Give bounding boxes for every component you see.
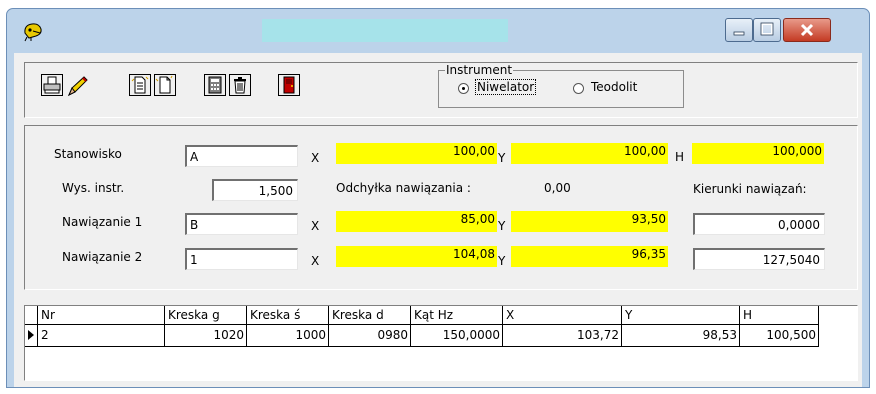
trash-icon (234, 77, 246, 94)
printer-icon (43, 76, 61, 94)
instrument-group: Instrument Niwelator Teodolit (438, 63, 684, 108)
table-cell-nr[interactable]: 2 (38, 325, 165, 347)
instrument-group-title: Instrument (445, 63, 514, 77)
nawiazanie1-label: Nawiązanie 1 (62, 215, 143, 229)
new-button[interactable] (154, 74, 176, 96)
stanowisko-x-label: X (311, 151, 320, 165)
calculator-button[interactable] (204, 74, 226, 96)
application-window: Instrument Niwelator Teodolit Stanowisko… (6, 8, 870, 388)
close-icon (800, 23, 814, 37)
niwelator-label[interactable]: Niwelator (475, 79, 537, 95)
stanowisko-h-label: H (675, 150, 685, 164)
nawiazanie2-x-value: 104,08 (336, 246, 497, 267)
edit-button[interactable] (66, 74, 90, 98)
client-area: Instrument Niwelator Teodolit Stanowisko… (14, 53, 862, 387)
title-bar[interactable] (7, 9, 869, 53)
exit-button[interactable] (278, 74, 300, 96)
nawiazanie1-input[interactable]: B (185, 213, 298, 235)
column-header-nr[interactable]: Nr (38, 306, 165, 325)
nawiazanie1-y-label: Y (498, 219, 506, 233)
current-row-arrow-icon (28, 330, 34, 340)
maximize-button[interactable] (753, 18, 781, 42)
minimize-button[interactable] (725, 18, 753, 42)
wys-instr-input[interactable]: 1,500 (212, 179, 298, 201)
column-header-y[interactable]: Y (622, 306, 740, 325)
calculator-icon (208, 76, 222, 94)
stanowisko-y-value: 100,00 (511, 143, 668, 164)
nawiazanie2-input[interactable]: 1 (185, 248, 298, 270)
table-cell-kreska-d[interactable]: 0980 (329, 325, 411, 347)
measurements-table[interactable]: Nr Kreska g Kreska ś Kreska d Kąt Hz X Y… (24, 305, 858, 381)
stanowisko-h-value: 100,000 (692, 143, 824, 164)
row-indicator[interactable] (25, 325, 38, 347)
nawiazanie2-label: Nawiązanie 2 (62, 250, 143, 264)
nawiazanie1-kierunek-input[interactable]: 0,0000 (693, 213, 825, 235)
nawiazanie2-y-value: 96,35 (511, 246, 668, 267)
table-cell-kat-hz[interactable]: 150,0000 (411, 325, 503, 347)
delete-button[interactable] (229, 74, 251, 96)
stanowisko-x-value: 100,00 (336, 143, 497, 164)
nawiazanie1-x-label: X (311, 219, 320, 233)
nawiazanie2-x-label: X (311, 254, 320, 268)
copy-button[interactable] (129, 74, 151, 96)
column-header-kreska-g[interactable]: Kreska g (165, 306, 247, 325)
maximize-icon (760, 22, 774, 36)
exit-door-icon (283, 76, 295, 94)
nawiazanie1-y-value: 93,50 (511, 211, 668, 232)
kierunki-label: Kierunki nawiązań: (693, 182, 807, 196)
close-button[interactable] (783, 18, 831, 42)
pencil-icon (68, 76, 88, 97)
grid-corner (25, 306, 38, 325)
table-cell-kreska-g[interactable]: 1020 (165, 325, 247, 347)
column-header-kat-hz[interactable]: Kąt Hz (411, 306, 503, 325)
teodolit-label[interactable]: Teodolit (591, 80, 637, 94)
window-title (262, 19, 508, 42)
table-cell-x[interactable]: 103,72 (503, 325, 622, 347)
niwelator-radio[interactable] (458, 83, 469, 94)
column-header-kreska-s[interactable]: Kreska ś (247, 306, 329, 325)
app-icon (24, 23, 42, 42)
stanowisko-input[interactable]: A (185, 145, 298, 167)
teodolit-radio[interactable] (573, 83, 584, 94)
table-cell-h[interactable]: 100,500 (740, 325, 819, 347)
nawiazanie2-kierunek-input[interactable]: 127,5040 (693, 248, 825, 270)
stanowisko-label: Stanowisko (54, 147, 122, 161)
nawiazanie1-x-value: 85,00 (336, 211, 497, 232)
table-cell-y[interactable]: 98,53 (622, 325, 740, 347)
odchylka-value: 0,00 (544, 181, 571, 195)
table-cell-kreska-s[interactable]: 1000 (247, 325, 329, 347)
odchylka-label: Odchyłka nawiązania : (336, 181, 471, 195)
minimize-icon (733, 31, 745, 36)
column-header-kreska-d[interactable]: Kreska d (329, 306, 411, 325)
column-header-h[interactable]: H (740, 306, 819, 325)
wys-instr-label: Wys. instr. (62, 181, 125, 195)
print-button[interactable] (41, 74, 63, 96)
new-document-icon (155, 75, 173, 94)
column-header-x[interactable]: X (503, 306, 622, 325)
nawiazanie2-y-label: Y (498, 254, 506, 268)
copy-document-icon (131, 76, 149, 94)
stanowisko-y-label: Y (498, 151, 506, 165)
